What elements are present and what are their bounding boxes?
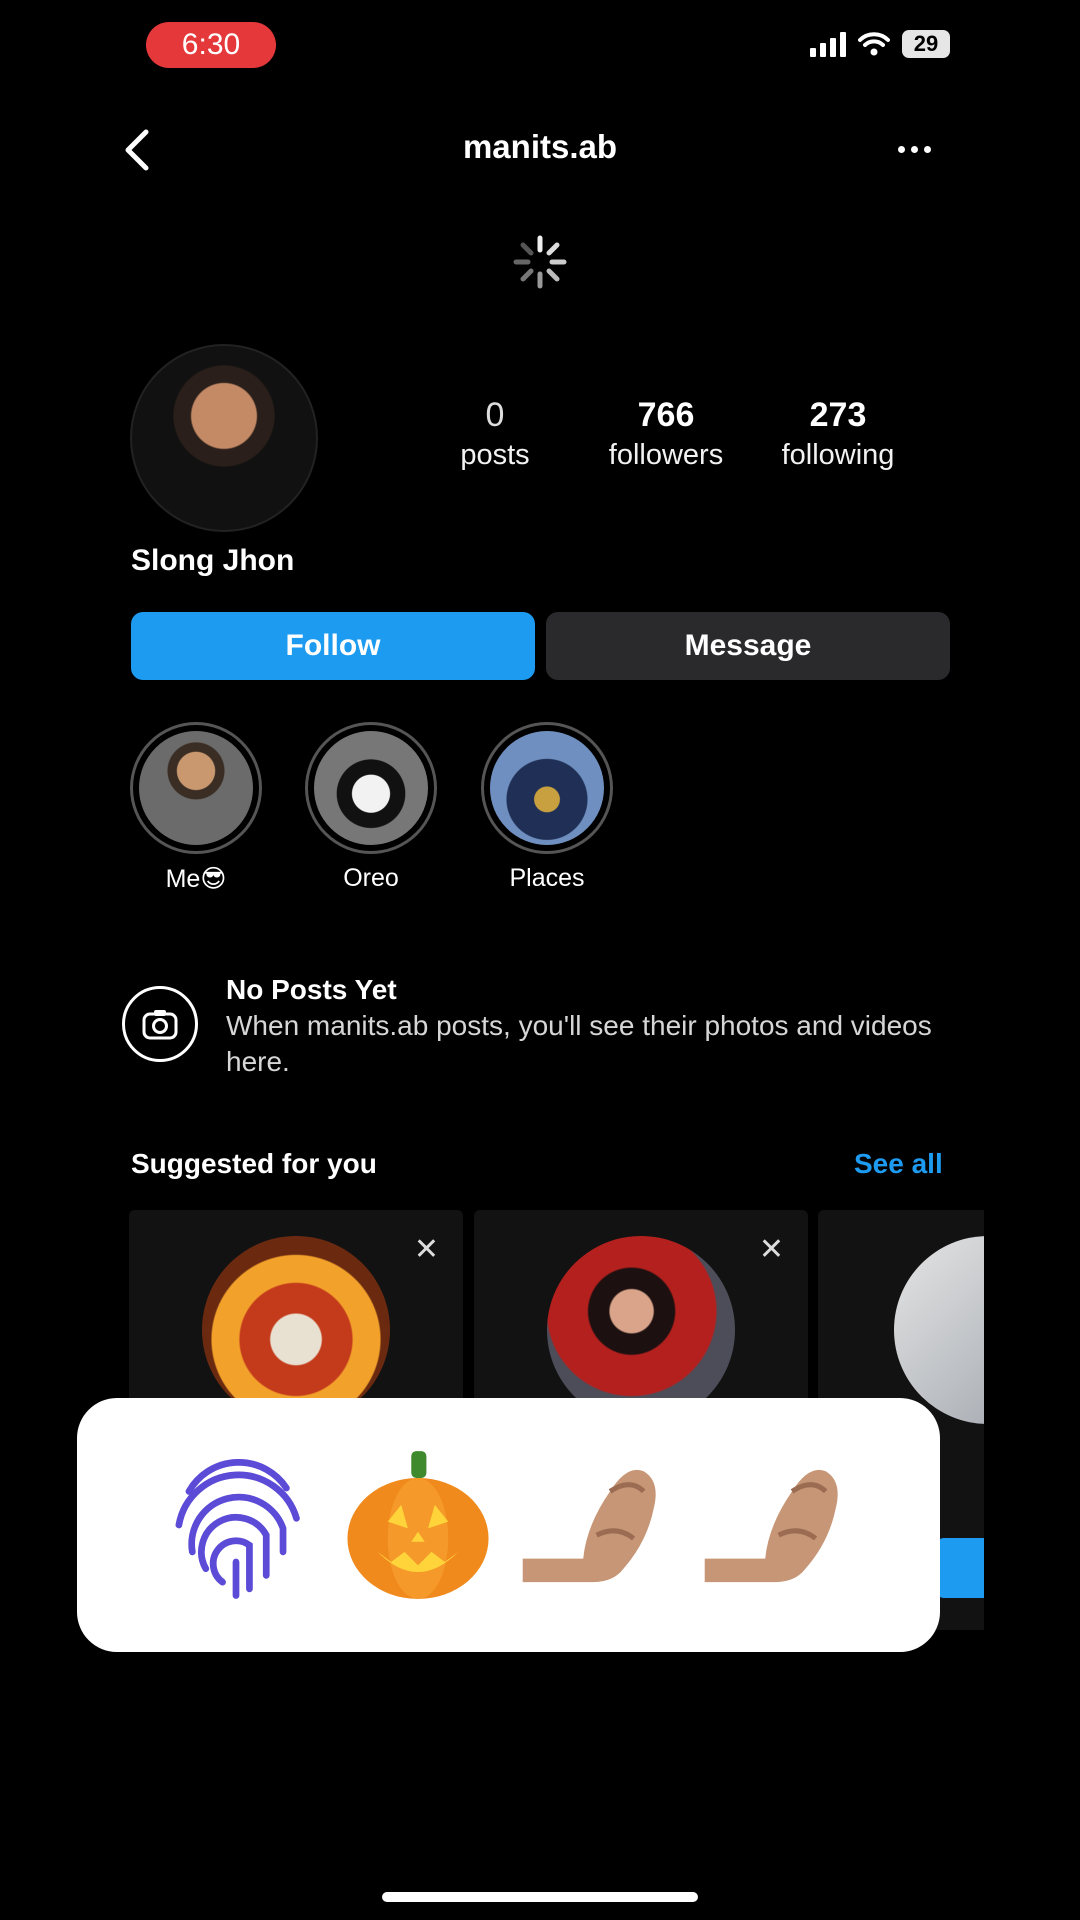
stat-following[interactable]: 273 following [753,396,923,472]
highlight-places[interactable]: Places [477,722,617,893]
highlight-me[interactable]: Me😎 [126,722,266,894]
pinched-fingers-emoji [522,1469,656,1583]
more-options-icon[interactable] [898,146,931,153]
cellular-signal-icon [810,31,846,57]
profile-full-name: Slong Jhon [131,544,295,577]
fingerprint-icon [175,1459,300,1599]
message-button[interactable]: Message [546,612,950,680]
highlight-cover [305,722,437,854]
stat-following-value: 273 [809,396,867,434]
stat-posts-value: 0 [485,396,505,434]
highlight-label: Me😎 [165,865,227,893]
jack-o-lantern-emoji [346,1451,489,1599]
status-icons: 29 [810,30,950,58]
stat-posts-label: posts [460,439,530,471]
highlight-oreo[interactable]: Oreo [301,722,441,893]
no-posts-description: When manits.ab posts, you'll see their p… [226,1010,932,1077]
wifi-icon [858,32,890,56]
suggested-avatar [202,1236,390,1424]
follow-button[interactable]: Follow [131,612,535,680]
stat-followers[interactable]: 766 followers [581,396,751,472]
see-all-link[interactable]: See all [854,1148,943,1180]
highlight-label: Oreo [343,864,399,892]
highlight-cover [481,722,613,854]
pinched-fingers-emoji [704,1469,838,1583]
loading-spinner-icon [513,235,567,289]
status-time: 6:30 [146,22,276,68]
highlight-cover [130,722,262,854]
suggested-title: Suggested for you [131,1148,377,1179]
stat-followers-label: followers [608,439,724,471]
stat-following-label: following [781,439,895,471]
follow-button-partial[interactable] [936,1538,984,1598]
dismiss-icon[interactable]: ✕ [414,1232,439,1267]
camera-icon [122,986,198,1062]
no-posts-title: No Posts Yet [226,974,397,1005]
highlight-label: Places [509,864,585,892]
suggested-avatar [547,1236,735,1424]
home-indicator[interactable] [382,1892,698,1902]
profile-avatar[interactable] [130,344,318,532]
dismiss-icon[interactable]: ✕ [759,1232,784,1267]
battery-indicator: 29 [902,30,950,58]
emoji-overlay [77,1398,940,1652]
stat-posts[interactable]: 0 posts [410,396,580,472]
stat-followers-value: 766 [637,396,695,434]
